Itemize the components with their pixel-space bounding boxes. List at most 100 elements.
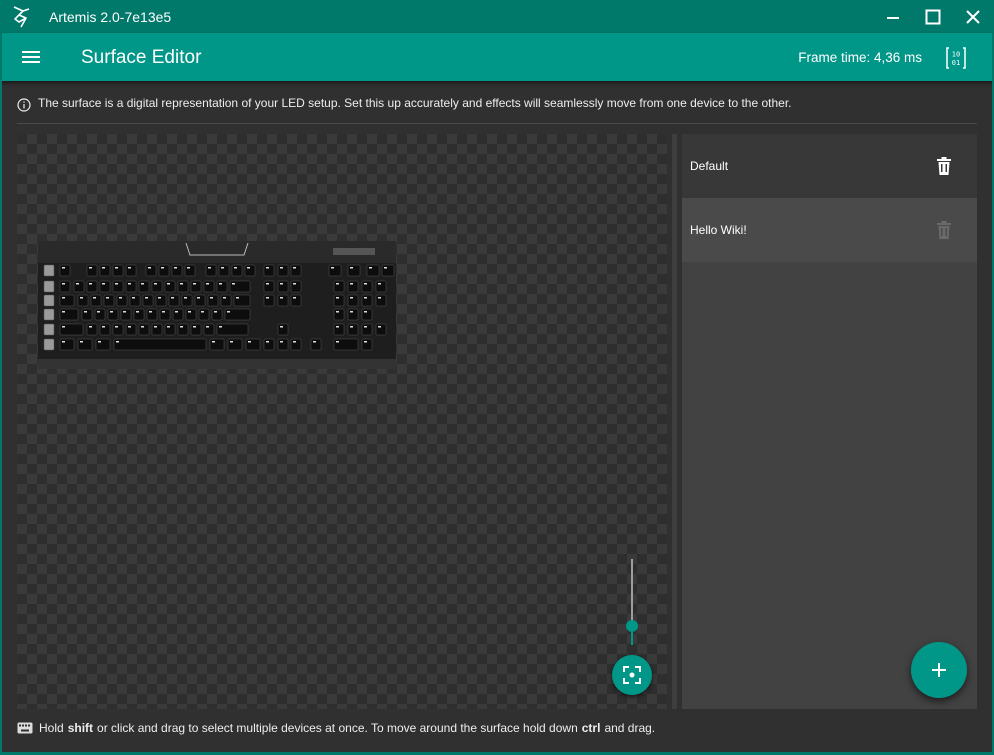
- keyboard-key: [290, 338, 302, 351]
- keyboard-key: [99, 323, 111, 336]
- panel-splitter[interactable]: [672, 134, 677, 709]
- keyboard-key: [43, 294, 55, 307]
- keyboard-key: [43, 323, 55, 336]
- keyboard-key-legend: [116, 341, 119, 343]
- keyboard-key-legend: [266, 283, 269, 285]
- fit-screen-icon: [623, 666, 641, 684]
- keyboard-key: [216, 323, 249, 336]
- keyboard-key-legend: [227, 311, 230, 313]
- keyboard-key-legend: [128, 267, 131, 269]
- keyboard-key: [95, 338, 111, 351]
- keyboard-key-legend: [266, 297, 269, 299]
- keyboard-device[interactable]: [38, 241, 396, 369]
- keyboard-key-legend: [232, 283, 235, 285]
- keyboard-key-legend: [336, 326, 339, 328]
- keyboard-key: [73, 280, 85, 293]
- minimize-icon: [887, 16, 899, 19]
- keyboard-key: [207, 294, 219, 307]
- zoom-slider[interactable]: [622, 559, 642, 645]
- keyboard-key-legend: [62, 311, 65, 313]
- keyboard-key-legend: [378, 283, 381, 285]
- keyboard-key-legend: [293, 297, 296, 299]
- keyboard-key: [103, 294, 115, 307]
- keyboard-key: [375, 323, 387, 336]
- keyboard-key-legend: [206, 326, 209, 328]
- keyboard-key-legend: [89, 326, 92, 328]
- keyboard-key-legend: [80, 297, 83, 299]
- keyboard-key: [99, 264, 111, 277]
- config-item-default[interactable]: Default: [682, 134, 977, 198]
- keyboard-key-legend: [364, 297, 367, 299]
- config-item-hello-wiki[interactable]: Hello Wiki!: [682, 198, 977, 262]
- reset-zoom-button[interactable]: [612, 655, 652, 695]
- keyboard-key: [159, 308, 171, 321]
- keyboard-key: [203, 323, 215, 336]
- keyboard-key-legend: [187, 267, 190, 269]
- delete-config-button[interactable]: [934, 156, 954, 176]
- delete-config-button[interactable]: [934, 220, 954, 240]
- keyboard-key: [43, 308, 55, 321]
- keyboard-key: [107, 308, 119, 321]
- keyboard-key: [218, 264, 230, 277]
- maximize-button[interactable]: [913, 0, 953, 33]
- keyboard-key-legend: [206, 283, 209, 285]
- keyboard-key: [190, 323, 202, 336]
- keyboard-key: [233, 294, 251, 307]
- minimize-button[interactable]: [873, 0, 913, 33]
- svg-text:10: 10: [952, 51, 960, 59]
- keyboard-key: [375, 294, 387, 307]
- keyboard-key-legend: [62, 326, 65, 328]
- keyboard-key: [333, 338, 359, 351]
- keyboard-key-legend: [221, 267, 224, 269]
- close-button[interactable]: [953, 0, 993, 33]
- keyboard-key-legend: [141, 283, 144, 285]
- keyboard-key: [185, 308, 197, 321]
- keyboard-key: [112, 280, 124, 293]
- keyboard-key-legend: [80, 341, 83, 343]
- keyboard-key-legend: [162, 311, 165, 313]
- svg-text:01: 01: [952, 59, 960, 67]
- keyboard-key-legend: [89, 283, 92, 285]
- binary-icon[interactable]: 10 01: [944, 46, 968, 70]
- surface-configurations-panel: Default Hello Wiki!: [682, 134, 977, 709]
- keyboard-key: [198, 308, 210, 321]
- keyboard-key: [133, 308, 145, 321]
- zoom-thumb[interactable]: [626, 620, 638, 633]
- keyboard-key-legend: [62, 341, 65, 343]
- keyboard-key-legend: [115, 326, 118, 328]
- keyboard-key: [328, 264, 342, 277]
- menu-button[interactable]: [19, 45, 43, 69]
- keyboard-key: [112, 323, 124, 336]
- app-bar: Surface Editor Frame time: 4,36 ms 10 01: [0, 33, 994, 81]
- keyboard-key: [361, 280, 373, 293]
- keyboard-key-legend: [280, 341, 283, 343]
- close-icon: [966, 9, 980, 24]
- keyboard-key-legend: [97, 311, 100, 313]
- keyboard-key: [310, 338, 322, 351]
- info-icon: [17, 98, 31, 112]
- keyboard-key-legend: [193, 283, 196, 285]
- hint-text-2: or click and drag to select multiple dev…: [97, 721, 578, 735]
- hint-key-ctrl: ctrl: [581, 721, 601, 735]
- surface-canvas[interactable]: [17, 134, 667, 709]
- keyboard-key-legend: [158, 297, 161, 299]
- keyboard-key-legend: [180, 283, 183, 285]
- keyboard-key: [125, 280, 137, 293]
- plus-icon: [932, 663, 946, 677]
- add-config-button[interactable]: [911, 642, 967, 698]
- keyboard-key-legend: [167, 283, 170, 285]
- keyboard-key: [347, 308, 359, 321]
- keyboard-key-legend: [76, 283, 79, 285]
- keyboard-key: [347, 264, 361, 277]
- keyboard-key: [366, 264, 380, 277]
- keyboard-key-legend: [180, 326, 183, 328]
- keyboard-icon: [17, 722, 33, 734]
- keyboard-key-legend: [110, 311, 113, 313]
- keyboard-key-legend: [364, 341, 367, 343]
- keyboard-key: [164, 280, 176, 293]
- keyboard-key: [347, 294, 359, 307]
- keyboard-key-legend: [230, 341, 233, 343]
- keyboard-key: [112, 264, 124, 277]
- keyboard-key: [333, 280, 345, 293]
- keyboard-key-legend: [145, 297, 148, 299]
